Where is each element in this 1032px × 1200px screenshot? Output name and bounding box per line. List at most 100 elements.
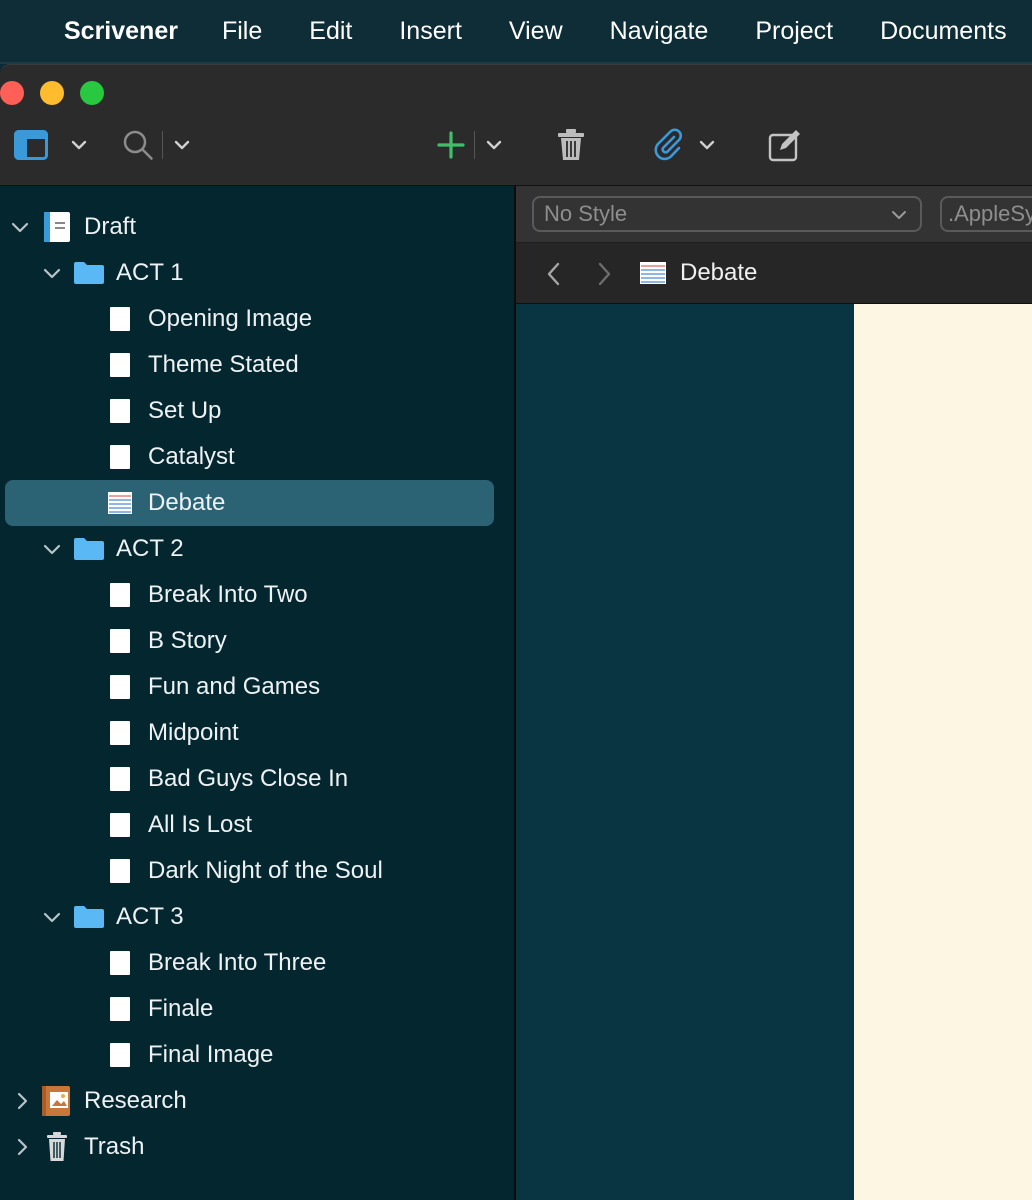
- chevron-right-icon[interactable]: [12, 1091, 32, 1111]
- binder-item-final-image[interactable]: Final Image: [0, 1032, 514, 1078]
- chevron-down-icon: [486, 140, 502, 150]
- compose-button[interactable]: [768, 125, 804, 165]
- menu-documents[interactable]: Documents: [880, 17, 1006, 46]
- chevron-down-icon: [699, 140, 715, 150]
- forward-arrow-icon[interactable]: [594, 261, 614, 287]
- document-icon: [110, 997, 130, 1021]
- menu-app-name[interactable]: Scrivener: [64, 17, 178, 46]
- close-window-button[interactable]: [0, 81, 24, 105]
- binder-item-trash[interactable]: Trash: [0, 1124, 514, 1170]
- binder-item-label: Midpoint: [148, 719, 239, 746]
- binder-item-fun-and-games[interactable]: Fun and Games: [0, 664, 514, 710]
- document-icon: [110, 629, 130, 653]
- editor-document-title: Debate: [680, 259, 758, 286]
- binder-item-label: Break Into Two: [148, 581, 308, 608]
- binder-item-label: Theme Stated: [148, 351, 299, 378]
- document-icon: [110, 767, 130, 791]
- layout-icon: [14, 130, 48, 160]
- binder-item-research[interactable]: Research: [0, 1078, 514, 1124]
- style-select[interactable]: No Style: [532, 196, 922, 232]
- maximize-window-button[interactable]: [80, 81, 104, 105]
- menu-insert[interactable]: Insert: [399, 17, 462, 46]
- binder-item-opening-image[interactable]: Opening Image: [0, 296, 514, 342]
- binder-item-label: All Is Lost: [148, 811, 253, 838]
- binder-item-break-into-three[interactable]: Break Into Three: [0, 940, 514, 986]
- document-icon: [110, 813, 130, 837]
- binder-item-break-into-two[interactable]: Break Into Two: [0, 572, 514, 618]
- document-icon: [110, 583, 130, 607]
- chevron-down-icon[interactable]: [10, 217, 30, 237]
- binder-item-label: Opening Image: [148, 305, 313, 332]
- toolbar-separator: [474, 131, 475, 159]
- binder-sidebar[interactable]: Draft ACT 1 Opening Image Theme Stated S…: [0, 186, 516, 1200]
- draft-folder-icon: [44, 212, 70, 242]
- binder-folder-act-3[interactable]: ACT 3: [0, 894, 514, 940]
- minimize-window-button[interactable]: [40, 81, 64, 105]
- binder-folder-act-2[interactable]: ACT 2: [0, 526, 514, 572]
- editor-text-page[interactable]: [854, 304, 1032, 1200]
- menu-project[interactable]: Project: [755, 17, 833, 46]
- add-button[interactable]: [436, 125, 505, 165]
- binder-item-bad-guys-close-in[interactable]: Bad Guys Close In: [0, 756, 514, 802]
- layout-toggle-button[interactable]: [14, 125, 92, 165]
- binder-item-label: Set Up: [148, 397, 222, 424]
- search-button[interactable]: [122, 125, 193, 165]
- binder-item-dark-night-of-the-soul[interactable]: Dark Night of the Soul: [0, 848, 514, 894]
- document-icon: [110, 1043, 130, 1067]
- binder-item-debate[interactable]: Debate: [0, 480, 514, 526]
- binder-folder-act-1[interactable]: ACT 1: [0, 250, 514, 296]
- back-arrow-icon[interactable]: [544, 261, 564, 287]
- menu-edit[interactable]: Edit: [309, 17, 352, 46]
- binder-item-label: Dark Night of the Soul: [148, 857, 383, 884]
- folder-icon: [74, 262, 104, 284]
- menu-bar: Scrivener File Edit Insert View Navigate…: [0, 0, 1032, 64]
- document-icon: [110, 399, 130, 423]
- chevron-down-icon: [892, 211, 906, 219]
- folder-icon: [74, 538, 104, 560]
- binder-item-label: Break Into Three: [148, 949, 327, 976]
- binder-item-b-story[interactable]: B Story: [0, 618, 514, 664]
- binder-item-all-is-lost[interactable]: All Is Lost: [0, 802, 514, 848]
- format-bar: No Style .AppleSystemUIFont: [516, 186, 1032, 243]
- chevron-down-icon[interactable]: [42, 263, 62, 283]
- chevron-down-icon[interactable]: [42, 539, 62, 559]
- binder-item-label: Finale: [148, 995, 214, 1022]
- document-icon: [110, 951, 130, 975]
- binder-item-set-up[interactable]: Set Up: [0, 388, 514, 434]
- font-select-value: .AppleSystemUIFont: [948, 201, 1032, 226]
- research-folder-icon: [42, 1086, 70, 1116]
- binder-item-finale[interactable]: Finale: [0, 986, 514, 1032]
- font-select[interactable]: .AppleSystemUIFont: [940, 196, 1032, 232]
- document-icon: [110, 445, 130, 469]
- binder-item-draft[interactable]: Draft: [0, 204, 514, 250]
- menu-file[interactable]: File: [222, 17, 262, 46]
- attachment-icon: [654, 128, 682, 161]
- attachment-button[interactable]: [652, 125, 720, 165]
- document-icon: [110, 721, 130, 745]
- trash-icon: [558, 129, 584, 160]
- document-icon: [110, 675, 130, 699]
- window-toolbar: [0, 64, 1032, 187]
- binder-item-label: Debate: [148, 489, 226, 516]
- chevron-down-icon: [174, 140, 190, 150]
- text-document-icon: [640, 262, 666, 284]
- binder-item-label: Final Image: [148, 1041, 274, 1068]
- add-icon: [437, 131, 465, 159]
- binder-item-label: Fun and Games: [148, 673, 321, 700]
- text-document-icon: [108, 492, 132, 514]
- binder-item-theme-stated[interactable]: Theme Stated: [0, 342, 514, 388]
- compose-icon: [768, 130, 800, 162]
- chevron-down-icon: [71, 140, 87, 150]
- document-icon: [110, 353, 130, 377]
- editor-margin-background: [516, 304, 854, 1200]
- menu-view[interactable]: View: [509, 17, 563, 46]
- menu-navigate[interactable]: Navigate: [610, 17, 709, 46]
- binder-item-midpoint[interactable]: Midpoint: [0, 710, 514, 756]
- chevron-down-icon[interactable]: [42, 907, 62, 927]
- chevron-right-icon[interactable]: [12, 1137, 32, 1157]
- move-to-trash-button[interactable]: [556, 125, 586, 165]
- binder-item-label: Draft: [84, 213, 137, 240]
- binder-item-catalyst[interactable]: Catalyst: [0, 434, 514, 480]
- trash-icon: [47, 1132, 67, 1161]
- style-select-value: No Style: [544, 201, 628, 226]
